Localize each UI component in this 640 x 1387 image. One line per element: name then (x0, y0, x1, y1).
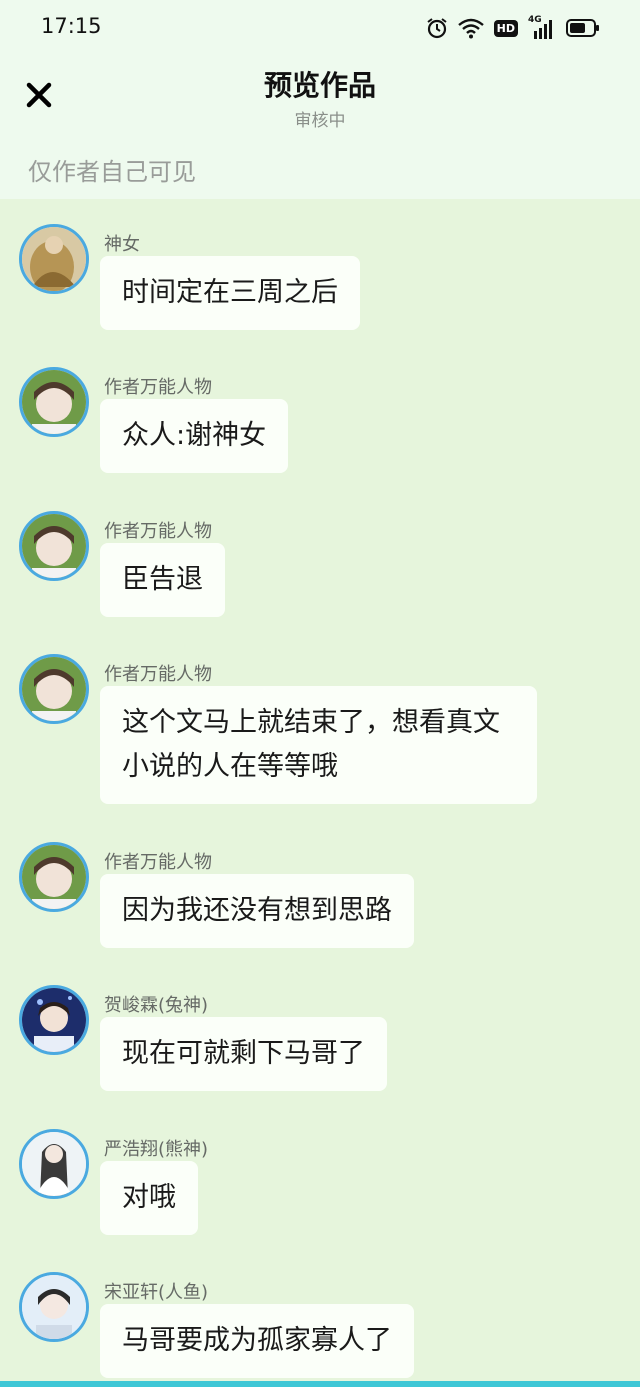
status-time: 17:15 (41, 14, 102, 38)
page-title: 预览作品 (263, 69, 376, 102)
goddess-avatar[interactable] (19, 224, 89, 294)
author-avatar[interactable] (19, 367, 89, 437)
message-bubble[interactable]: 因为我还没有想到思路 (100, 874, 414, 948)
message-bubble[interactable]: 时间定在三周之后 (100, 256, 360, 330)
sender-name: 作者万能人物 (104, 521, 212, 542)
header-area: 17:15 HD 4G 预览作品 审核中 仅作者自己可见 (0, 0, 640, 199)
sender-name: 作者万能人物 (104, 377, 212, 398)
sender-name: 贺峻霖(兔神) (104, 995, 209, 1016)
review-status: 审核中 (294, 111, 346, 131)
wifi-icon (457, 18, 484, 39)
network-type: 4G (528, 15, 542, 25)
message-bubble[interactable]: 众人:谢神女 (100, 399, 289, 473)
message-bubble[interactable]: 马哥要成为孤家寡人了 (100, 1304, 414, 1378)
message-bubble[interactable]: 对哦 (100, 1161, 198, 1235)
signal-icon: 4G (528, 15, 556, 39)
sender-name: 作者万能人物 (104, 664, 212, 685)
bottom-bar (0, 1381, 640, 1387)
author-avatar[interactable] (19, 511, 89, 581)
chat-list[interactable]: 神女 时间定在三周之后 作者万能人物 众人:谢神女 作者万能人物 臣告退 作者万… (0, 199, 640, 1387)
visibility-notice: 仅作者自己可见 (28, 158, 196, 186)
alarm-icon (427, 18, 447, 39)
sender-name: 神女 (104, 234, 140, 255)
hd-icon: HD (493, 19, 518, 37)
sender-name: 作者万能人物 (104, 852, 212, 873)
sender-name: 宋亚轩(人鱼) (104, 1282, 209, 1303)
author-avatar[interactable] (19, 654, 89, 724)
sender-name: 严浩翔(熊神) (104, 1139, 209, 1160)
singer-avatar[interactable] (19, 985, 89, 1055)
message-bubble[interactable]: 现在可就剩下马哥了 (100, 1017, 387, 1091)
white-robe-avatar[interactable] (19, 1129, 89, 1199)
status-icons: HD 4G (426, 15, 600, 40)
author-avatar[interactable] (19, 842, 89, 912)
portrait-avatar[interactable] (19, 1272, 89, 1342)
message-bubble[interactable]: 臣告退 (100, 543, 225, 617)
battery-icon (566, 19, 599, 37)
message-bubble[interactable]: 这个文马上就结束了，想看真文小说的人在等等哦 (100, 686, 537, 804)
